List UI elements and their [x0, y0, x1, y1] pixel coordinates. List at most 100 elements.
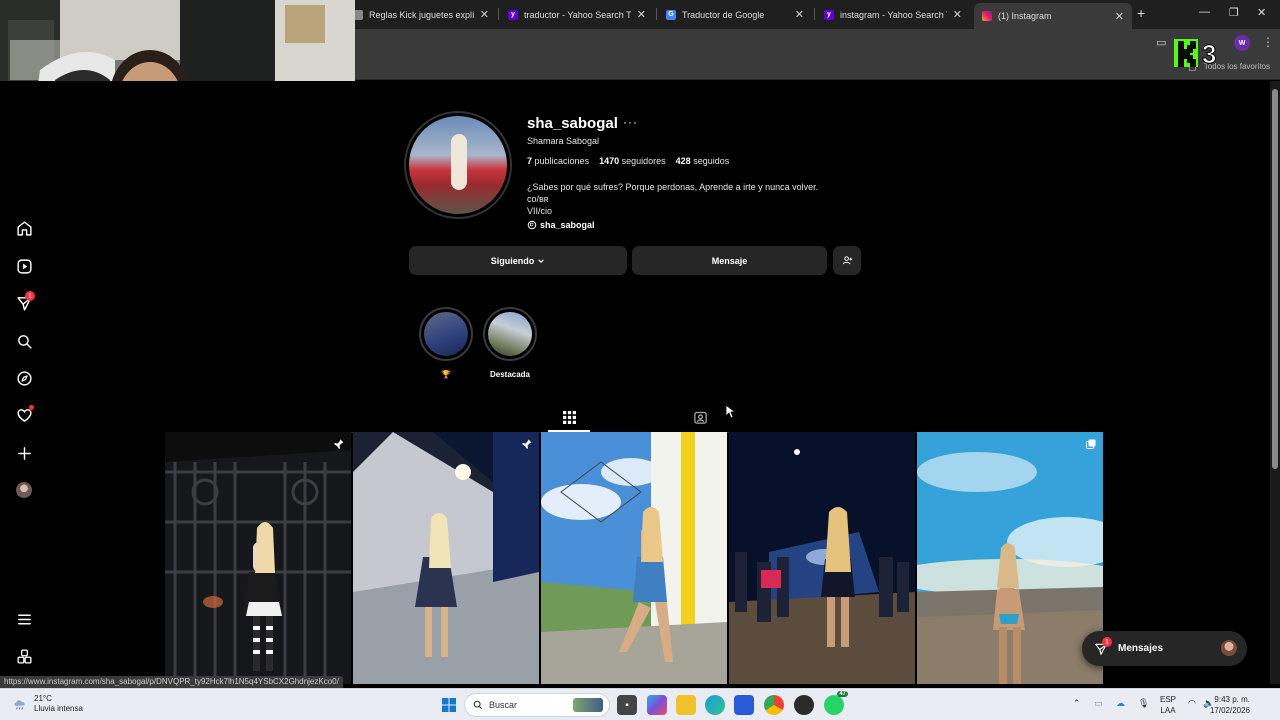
post-tile[interactable] — [729, 432, 915, 684]
suggested-users-button[interactable] — [833, 246, 861, 275]
tab-title: traductor - Yahoo Search Tus r — [524, 9, 631, 20]
wifi-icon[interactable]: ◠ — [1188, 698, 1196, 709]
carousel-icon — [1086, 439, 1096, 449]
onedrive-icon[interactable]: ☁ — [1116, 698, 1125, 709]
whatsapp-badge: 47 — [837, 691, 848, 697]
messages-drawer-button[interactable]: 1 Mensajes — [1082, 631, 1247, 666]
profile-stats: 7 publicaciones 1470 seguidores 428 segu… — [527, 156, 729, 166]
browser-profile-avatar[interactable]: W — [1234, 35, 1250, 51]
copilot-icon[interactable] — [647, 695, 667, 715]
sidebar-item-more[interactable] — [12, 607, 36, 631]
mouse-cursor-icon — [725, 404, 735, 419]
chevron-down-icon — [538, 258, 545, 263]
windows-start-button[interactable] — [439, 695, 459, 715]
yahoo-icon: y — [824, 9, 834, 20]
sidebar-item-profile[interactable] — [12, 478, 36, 502]
sidebar-item-create[interactable] — [12, 441, 36, 465]
yahoo-icon: y — [508, 9, 518, 20]
close-icon[interactable]: ✕ — [1115, 10, 1124, 23]
tab-tagged[interactable] — [690, 407, 710, 427]
weather-temp: 21°C — [34, 694, 52, 703]
tab-posts[interactable] — [559, 407, 579, 427]
whatsapp-icon[interactable]: 47 — [824, 691, 848, 715]
profile-picture[interactable] — [404, 111, 512, 219]
cast-icon[interactable]: ▭ — [1156, 36, 1166, 49]
search-placeholder: Buscar — [489, 700, 518, 710]
sidebar-item-home[interactable] — [12, 216, 36, 240]
new-tab-button[interactable]: + — [1137, 5, 1145, 21]
file-explorer-icon[interactable] — [676, 695, 696, 715]
clock-time: 9:43 p. m. — [1214, 695, 1250, 704]
taskbar-search[interactable]: Buscar — [464, 693, 610, 717]
profile-bio: ¿Sabes por qué sufres? Porque perdonas, … — [527, 181, 818, 217]
weather-widget[interactable]: 21°C Lluvia intensa — [12, 694, 83, 714]
close-window-button[interactable]: ✕ — [1257, 6, 1266, 19]
compass-icon — [16, 370, 32, 386]
tab-instagram[interactable]: (1) Instagram ✕ — [974, 3, 1132, 29]
show-hidden-icons-chevron[interactable]: ⌃ — [1073, 698, 1081, 709]
bio-line: ¿Sabes por qué sufres? Porque perdonas, … — [527, 182, 819, 192]
svg-text:3: 3 — [1202, 39, 1216, 69]
task-view-button[interactable]: ▪ — [617, 695, 637, 715]
kick-k3-logo: 3 — [1174, 39, 1217, 69]
close-icon[interactable]: ✕ — [480, 8, 489, 21]
message-avatar — [1221, 640, 1237, 656]
restore-button[interactable]: ❐ — [1229, 6, 1239, 19]
page-scrollbar[interactable] — [1270, 81, 1280, 684]
tab-yahoo-instagram[interactable]: y instagram - Yahoo Search Tus r ✕ — [816, 4, 970, 25]
obs-icon[interactable] — [794, 695, 814, 715]
grid-icon — [562, 410, 576, 424]
edge-browser-icon[interactable] — [705, 695, 725, 715]
tab-reglas-kick[interactable]: Reglas Kick juguetes explícitos ✕ — [345, 4, 497, 25]
close-icon[interactable]: ✕ — [953, 8, 962, 21]
search-highlight-image — [573, 698, 603, 712]
profile-avatar-icon — [16, 482, 32, 498]
messages-badge: 1 — [1102, 637, 1112, 647]
stat-following[interactable]: 428 seguidos — [676, 156, 730, 166]
post-tile[interactable] — [917, 432, 1103, 684]
rain-cloud-icon — [14, 700, 25, 710]
sidebar-item-notifications[interactable] — [12, 403, 36, 427]
sidebar-item-search[interactable] — [12, 329, 36, 353]
highlight-label: 🏆 — [441, 370, 451, 379]
post-tile[interactable] — [165, 432, 351, 684]
sidebar-item-explore[interactable] — [12, 366, 36, 390]
bio-line: co/ʙʀ — [527, 194, 549, 204]
threads-link[interactable]: sha_sabogal — [527, 220, 595, 230]
sidebar-item-messages[interactable]: 1 — [12, 291, 36, 315]
tab-yahoo-traductor[interactable]: y traductor - Yahoo Search Tus r ✕ — [500, 4, 654, 25]
clock-date: 17/02/2026 — [1209, 706, 1250, 715]
tab-google-translate[interactable]: G Traductor de Google ✕ — [658, 4, 812, 25]
post-tile[interactable] — [353, 432, 539, 684]
following-label: Siguiendo — [490, 255, 535, 266]
highlight-trophy[interactable]: 🏆 — [418, 307, 474, 379]
store-icon[interactable] — [734, 695, 754, 715]
menu-kebab-icon[interactable]: ⋮ — [1262, 35, 1274, 49]
bio-line: VII/cio — [527, 206, 553, 216]
weather-desc: Lluvia intensa — [34, 704, 83, 713]
scrollbar-thumb[interactable] — [1272, 89, 1278, 469]
following-button[interactable]: Siguiendo — [409, 246, 627, 275]
post-tile[interactable] — [541, 432, 727, 684]
sidebar-item-reels[interactable] — [12, 254, 36, 278]
microphone-icon[interactable]: 🎙 — [1138, 698, 1149, 709]
highlight-destacada[interactable]: Destacada — [482, 307, 538, 379]
more-options-icon[interactable]: ··· — [623, 115, 638, 129]
system-clock[interactable]: 9:43 p. m. 17/02/2026 — [1210, 694, 1250, 716]
tab-title: Traductor de Google — [682, 9, 765, 20]
tab-title: instagram - Yahoo Search Tus r — [840, 9, 947, 20]
close-icon[interactable]: ✕ — [637, 8, 646, 21]
message-button[interactable]: Mensaje — [632, 246, 827, 275]
search-icon — [473, 700, 483, 710]
chrome-icon[interactable] — [764, 695, 784, 715]
search-icon — [17, 334, 32, 349]
close-icon[interactable]: ✕ — [795, 8, 804, 21]
sidebar-item-also-from-meta[interactable] — [12, 644, 36, 668]
stat-followers[interactable]: 1470 seguidores — [599, 156, 666, 166]
tray-app-icon[interactable]: ▭ — [1094, 698, 1103, 709]
language-indicator[interactable]: ESP LAA — [1160, 694, 1176, 716]
minimize-button[interactable]: — — [1199, 6, 1210, 18]
translate-icon: G — [666, 9, 676, 20]
instagram-icon — [982, 11, 992, 21]
profile-username: sha_sabogal — [527, 115, 618, 132]
